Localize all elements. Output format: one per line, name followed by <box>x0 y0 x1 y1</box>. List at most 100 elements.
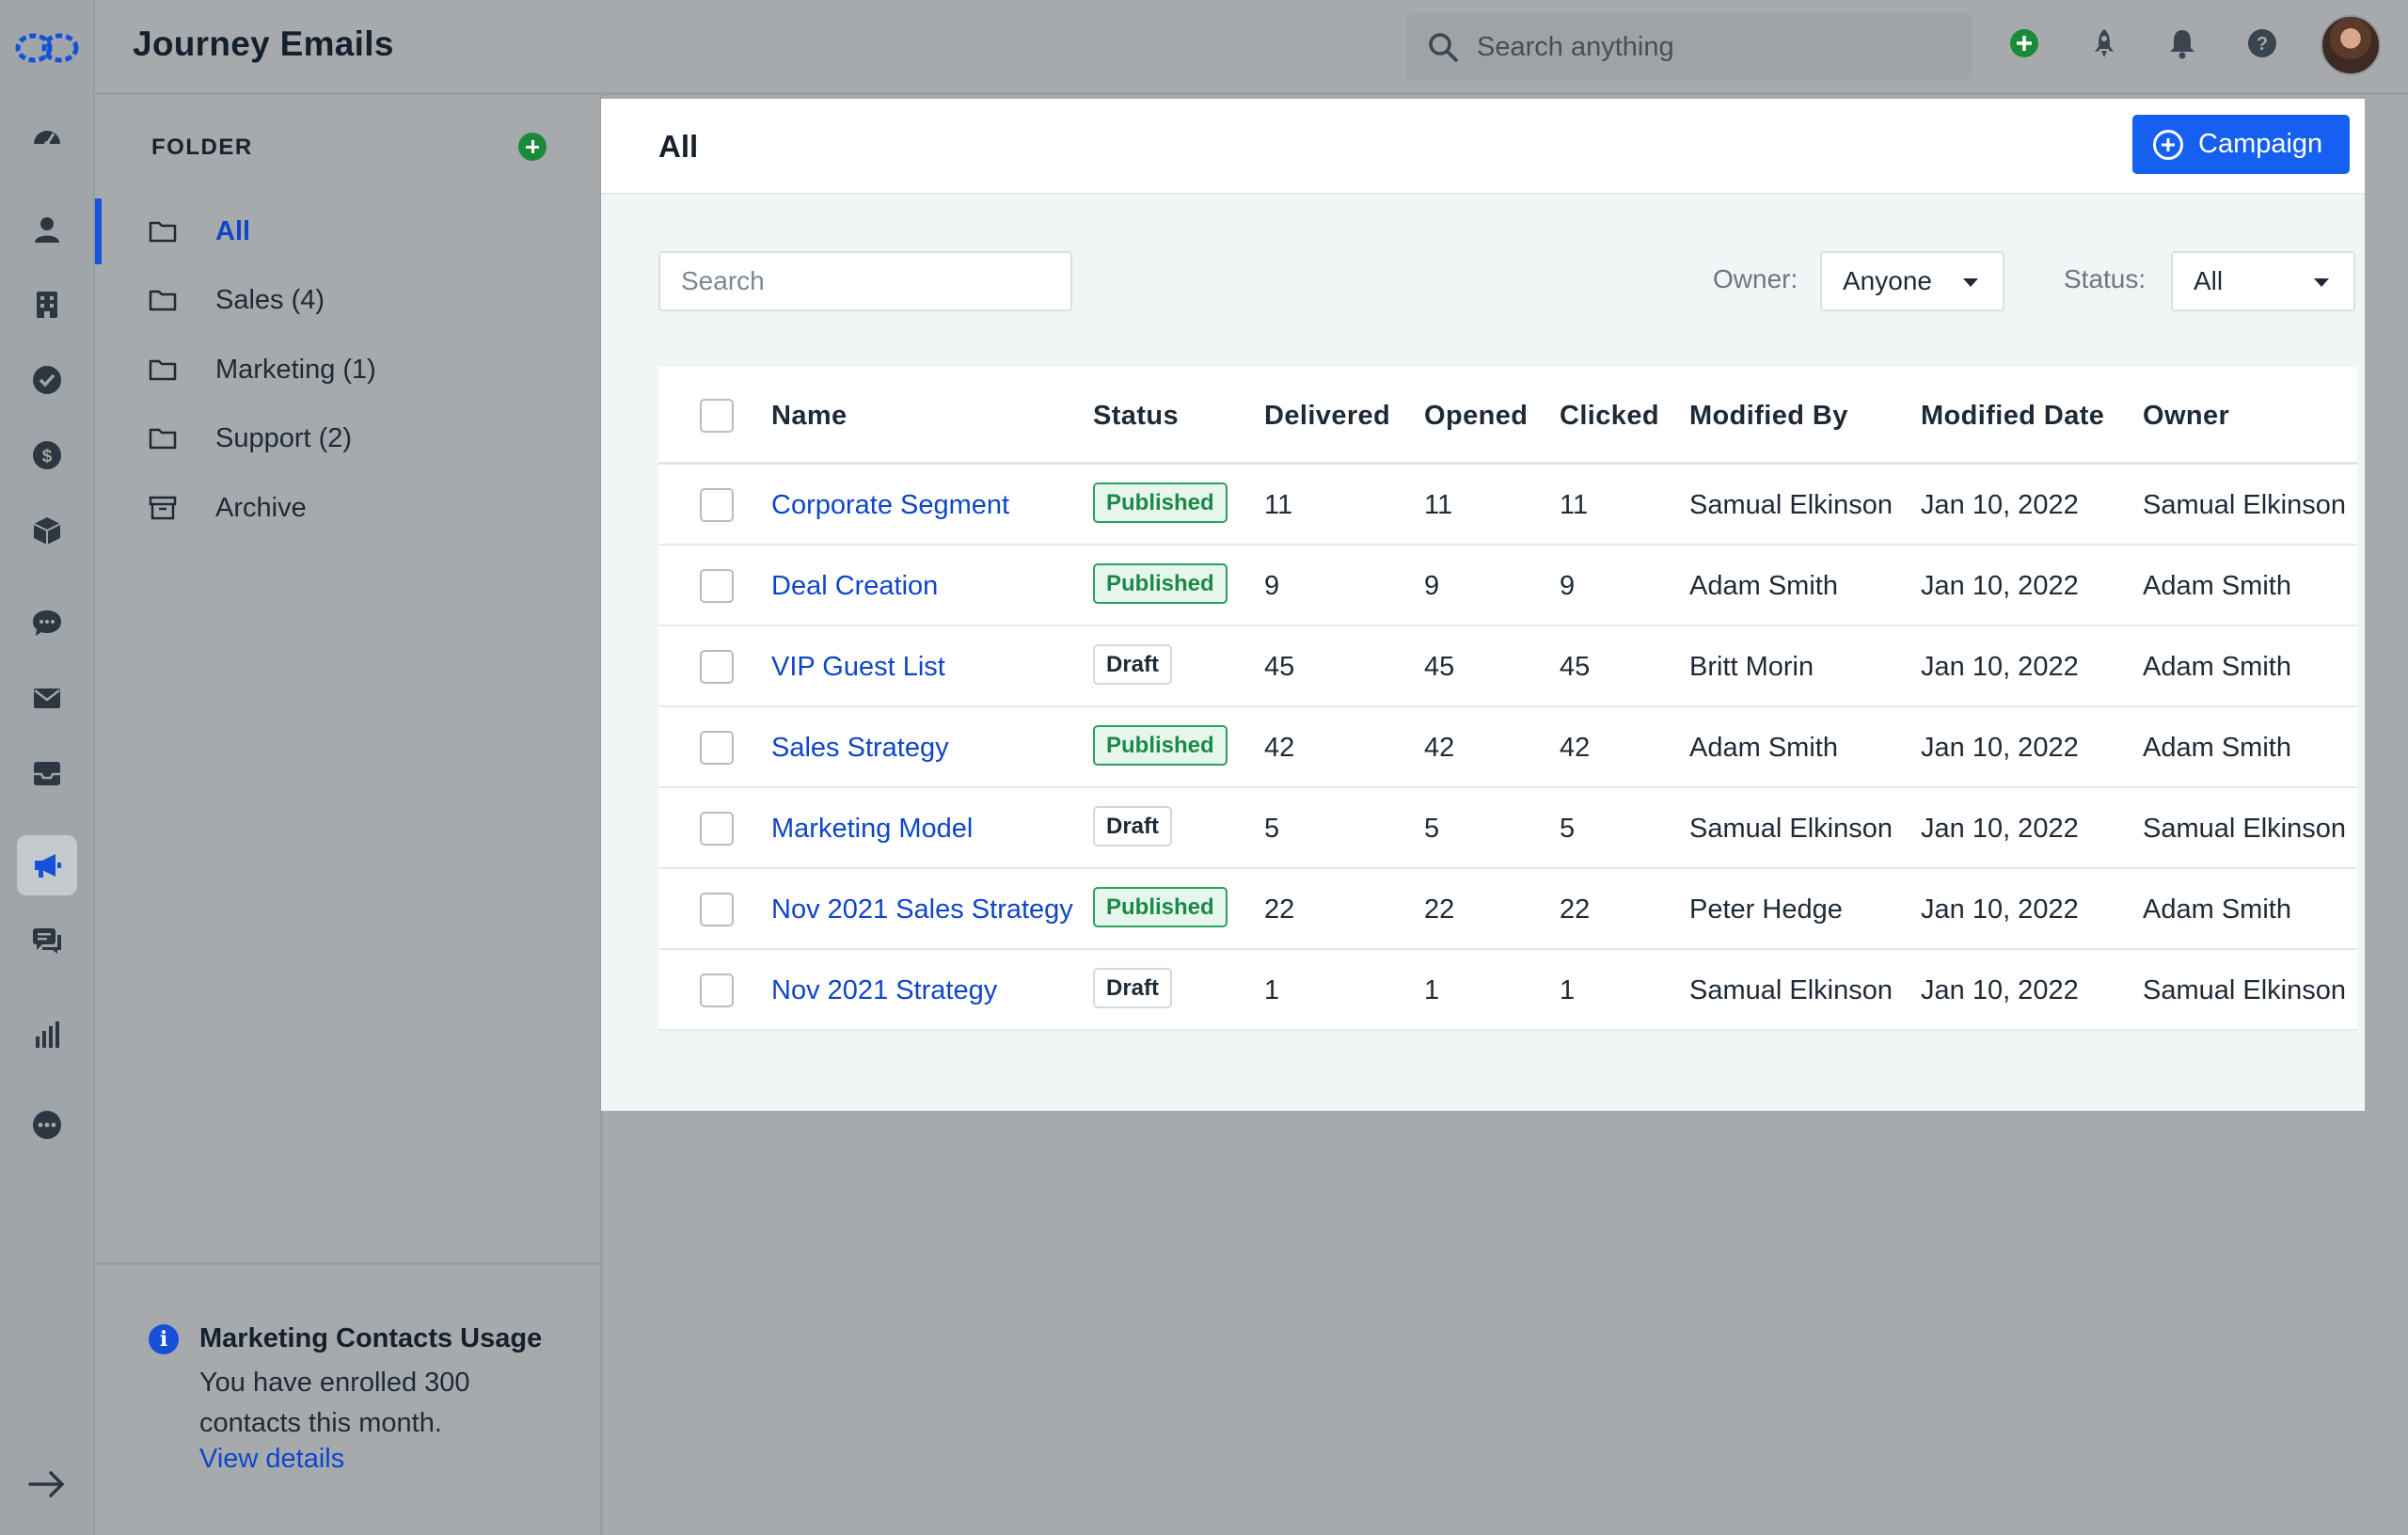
col-status[interactable]: Status <box>1093 401 1179 432</box>
col-modified-by[interactable]: Modified By <box>1689 401 1848 432</box>
status-badge: Draft <box>1093 968 1173 1008</box>
brand-logo[interactable] <box>13 26 81 70</box>
row-checkbox[interactable] <box>700 973 734 1007</box>
opened-count: 5 <box>1424 814 1440 844</box>
modified-date: Jan 10, 2022 <box>1921 652 2079 682</box>
status-filter-label: Status: <box>2064 264 2147 293</box>
help-button[interactable]: ? <box>2242 23 2283 64</box>
archive-icon <box>149 496 177 520</box>
rail-companies[interactable] <box>17 275 77 335</box>
modified-by: Adam Smith <box>1689 733 1838 763</box>
avatar[interactable] <box>2321 15 2381 75</box>
modified-date: Jan 10, 2022 <box>1921 894 2079 925</box>
opened-count: 9 <box>1424 571 1440 601</box>
col-delivered[interactable]: Delivered <box>1264 401 1390 432</box>
owner: Adam Smith <box>2143 894 2291 925</box>
rail-dashboard[interactable] <box>17 107 77 167</box>
global-search-input[interactable] <box>1477 31 1947 63</box>
rail-inbox[interactable] <box>17 743 77 803</box>
folder-label: Archive <box>215 492 307 523</box>
quick-add-button[interactable] <box>2004 23 2045 64</box>
help-icon: ? <box>2248 29 2276 57</box>
row-checkbox[interactable] <box>700 650 734 684</box>
global-search[interactable] <box>1405 13 1972 81</box>
megaphone-icon <box>35 854 61 878</box>
table-header: Name Status Delivered Opened Clicked Mod… <box>658 367 2357 465</box>
rail-more[interactable] <box>17 1095 77 1155</box>
launch-button[interactable] <box>2083 23 2125 64</box>
list-search-input[interactable] <box>658 251 1072 311</box>
expand-arrow-icon[interactable] <box>26 1464 68 1505</box>
row-checkbox[interactable] <box>700 731 734 765</box>
rail-campaigns[interactable] <box>17 835 77 895</box>
table-row: Marketing Model Draft 5 5 5 Samual Elkin… <box>658 788 2357 869</box>
plus-circle-icon <box>2153 129 2183 160</box>
modified-by: Samual Elkinson <box>1689 814 1893 844</box>
rail-conversations[interactable] <box>17 910 77 971</box>
rail-contacts[interactable] <box>17 199 77 260</box>
folder-item-support[interactable]: Support (2) <box>95 405 601 471</box>
folder-item-archive[interactable]: Archive <box>95 475 601 541</box>
rail-deals[interactable]: $ <box>17 425 77 485</box>
owner: Samual Elkinson <box>2143 814 2346 844</box>
status-select[interactable]: All <box>2171 251 2355 311</box>
row-checkbox[interactable] <box>700 488 734 522</box>
usage-panel: i Marketing Contacts Usage You have enro… <box>95 1262 601 1535</box>
icon-rail: $ <box>0 0 95 1535</box>
col-clicked[interactable]: Clicked <box>1560 401 1659 432</box>
col-name[interactable]: Name <box>771 401 848 432</box>
row-checkbox[interactable] <box>700 812 734 846</box>
owner: Samual Elkinson <box>2143 490 2346 520</box>
folder-item-marketing[interactable]: Marketing (1) <box>95 337 601 403</box>
view-details-link[interactable]: View details <box>199 1444 344 1475</box>
col-owner[interactable]: Owner <box>2143 401 2229 432</box>
folder-icon <box>149 359 177 381</box>
modified-date: Jan 10, 2022 <box>1921 571 2079 601</box>
campaign-name-link[interactable]: Nov 2021 Strategy <box>771 975 997 1006</box>
select-all-checkbox[interactable] <box>700 399 734 433</box>
modified-date: Jan 10, 2022 <box>1921 975 2079 1005</box>
rail-products[interactable] <box>17 500 77 561</box>
add-campaign-button[interactable]: Campaign <box>2132 115 2350 174</box>
status-badge: Published <box>1093 725 1228 766</box>
delivered-count: 42 <box>1264 733 1295 763</box>
folder-icon <box>149 290 177 311</box>
row-checkbox[interactable] <box>700 569 734 603</box>
rail-reports[interactable] <box>17 1005 77 1065</box>
table-row: Corporate Segment Published 11 11 11 Sam… <box>658 465 2357 546</box>
campaign-name-link[interactable]: VIP Guest List <box>771 652 945 683</box>
campaign-name-link[interactable]: Corporate Segment <box>771 490 1009 521</box>
owner-select[interactable]: Anyone <box>1820 251 2004 311</box>
campaign-name-link[interactable]: Deal Creation <box>771 571 938 602</box>
clicked-count: 11 <box>1560 490 1589 520</box>
dashboard-icon <box>34 131 60 147</box>
info-icon: i <box>149 1324 179 1354</box>
folder-item-sales[interactable]: Sales (4) <box>95 267 601 333</box>
col-modified-date[interactable]: Modified Date <box>1921 401 2104 432</box>
svg-text:?: ? <box>2257 34 2268 55</box>
add-folder-button[interactable] <box>518 133 547 161</box>
campaign-name-link[interactable]: Sales Strategy <box>771 733 949 764</box>
rail-email[interactable] <box>17 668 77 728</box>
panel-header: All Campaign <box>601 99 2365 195</box>
rail-tasks[interactable] <box>17 350 77 410</box>
folder-label: All <box>215 215 251 246</box>
folder-sidebar: FOLDER All Sales (4) Marketing (1) Suppo… <box>95 95 603 1535</box>
modified-date: Jan 10, 2022 <box>1921 814 2079 844</box>
campaign-name-link[interactable]: Nov 2021 Sales Strategy <box>771 894 1073 926</box>
modified-by: Peter Hedge <box>1689 894 1843 925</box>
campaign-name-link[interactable]: Marketing Model <box>771 814 973 845</box>
folder-item-all[interactable]: All <box>95 198 601 264</box>
companies-icon <box>37 292 57 318</box>
col-opened[interactable]: Opened <box>1424 401 1528 432</box>
inbox-icon <box>34 762 60 785</box>
notifications-button[interactable] <box>2162 23 2203 64</box>
clicked-count: 42 <box>1560 733 1591 763</box>
rail-chat[interactable] <box>17 593 77 653</box>
table-row: Sales Strategy Published 42 42 42 Adam S… <box>658 707 2357 788</box>
status-badge: Draft <box>1093 644 1173 685</box>
usage-text: You have enrolled 300 contacts this mont… <box>199 1368 470 1438</box>
folder-label: Marketing (1) <box>215 354 376 385</box>
table-row: Nov 2021 Strategy Draft 1 1 1 Samual Elk… <box>658 950 2357 1031</box>
row-checkbox[interactable] <box>700 893 734 926</box>
